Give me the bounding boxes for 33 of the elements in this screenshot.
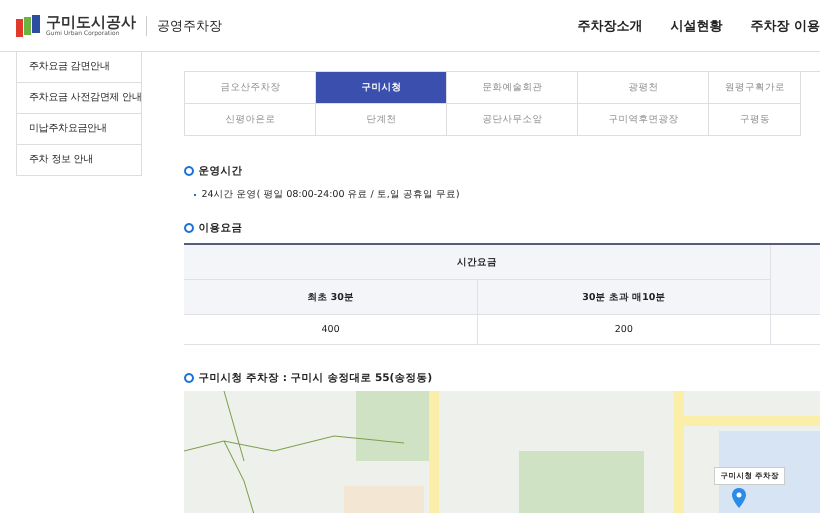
parking-tab[interactable]: 구미시청 xyxy=(316,72,448,104)
sidebar-item[interactable]: 주차요금 감면안내 xyxy=(17,52,142,83)
nav-link[interactable]: 주차장 이용 xyxy=(750,16,820,34)
bullet-icon xyxy=(184,373,194,383)
sidebar-item[interactable]: 미납주차요금안내 xyxy=(17,114,142,145)
parking-tab[interactable]: 구평동 xyxy=(709,104,802,136)
section-heading: 운영시간 xyxy=(198,164,242,178)
table-header-cell: 30분 초과 매10분 xyxy=(477,280,770,314)
nav-link[interactable]: 주차장소개 xyxy=(577,16,642,34)
street-map-drawing[interactable] xyxy=(184,391,820,513)
section-heading: 구미시청 주차장 : 구미시 송정대로 55(송정동) xyxy=(198,371,432,385)
parking-tab[interactable]: 구미역후면광장 xyxy=(578,104,710,136)
table-header-cell: 최초 30분 xyxy=(184,280,478,314)
logo-icon xyxy=(16,14,40,36)
nav-link[interactable]: 시설현황 xyxy=(670,16,722,34)
table-header-cell: 시간요금 xyxy=(184,244,770,280)
parking-tab[interactable]: 원평구획가로 xyxy=(709,72,802,104)
table-cell: 200 xyxy=(477,314,770,344)
parking-tab[interactable]: 광평천 xyxy=(578,72,710,104)
parking-tab[interactable]: 단계천 xyxy=(316,104,448,136)
sidebar-item[interactable]: 주차 정보 안내 xyxy=(17,145,142,175)
logo-name: 구미도시공사 xyxy=(46,14,136,30)
bullet-icon xyxy=(184,223,194,233)
section-heading: 이용요금 xyxy=(198,221,242,235)
site-title: 공영주차장 xyxy=(157,18,222,34)
parking-tab[interactable]: 신평아은로 xyxy=(185,104,316,136)
table-cell: 400 xyxy=(184,314,478,344)
hours-text: 24시간 운영( 평일 08:00-24:00 유료 / 토,일 공휴일 무료) xyxy=(201,188,460,201)
parking-tab[interactable]: 공단사무소앞 xyxy=(447,104,578,136)
bullet-icon xyxy=(184,166,194,176)
parking-tab[interactable]: 문화예술회관 xyxy=(447,72,578,104)
map-pin-icon xyxy=(732,488,746,508)
sidebar-item[interactable]: 주차요금 사전감면제 안내 xyxy=(17,83,142,114)
